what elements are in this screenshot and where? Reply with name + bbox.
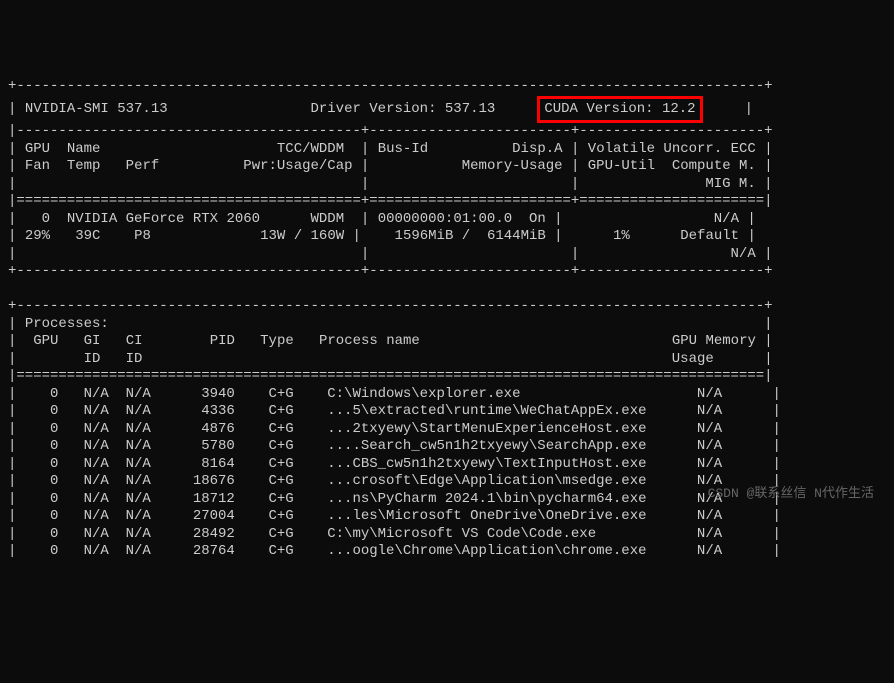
header-row: | NVIDIA-SMI 537.13 Driver Version: 537.… — [8, 101, 753, 117]
watermark: CSDN @联系丝信 N代作生活 — [708, 486, 874, 502]
col-header-1: | GPU Name TCC/WDDM | Bus-Id Disp.A | Vo… — [8, 141, 773, 157]
process-row: | 0 N/A N/A 27004 C+G ...les\Microsoft O… — [8, 508, 781, 524]
process-row: | 0 N/A N/A 28764 C+G ...oogle\Chrome\Ap… — [8, 543, 781, 559]
proc-header-2: | ID ID Usage | — [8, 351, 773, 367]
separator: |=======================================… — [8, 368, 773, 384]
gpu-row-1: | 0 NVIDIA GeForce RTX 2060 WDDM | 00000… — [8, 211, 756, 227]
process-row: | 0 N/A N/A 18712 C+G ...ns\PyCharm 2024… — [8, 491, 781, 507]
process-row: | 0 N/A N/A 5780 C+G ....Search_cw5n1h2t… — [8, 438, 781, 454]
process-row: | 0 N/A N/A 4336 C+G ...5\extracted\runt… — [8, 403, 781, 419]
border-top: +---------------------------------------… — [8, 78, 773, 94]
cuda-version-highlight: CUDA Version: 12.2 — [537, 96, 702, 124]
gpu-row-2: | 29% 39C P8 13W / 160W | 1596MiB / 6144… — [8, 228, 756, 244]
nvidia-smi-version: NVIDIA-SMI 537.13 — [25, 101, 168, 117]
separator: |---------------------------------------… — [8, 123, 773, 139]
processes-title: | Processes: | — [8, 316, 773, 332]
process-row: | 0 N/A N/A 28492 C+G C:\my\Microsoft VS… — [8, 526, 781, 542]
col-header-2: | Fan Temp Perf Pwr:Usage/Cap | Memory-U… — [8, 158, 773, 174]
process-row: | 0 N/A N/A 4876 C+G ...2txyewy\StartMen… — [8, 421, 781, 437]
proc-header-1: | GPU GI CI PID Type Process name GPU Me… — [8, 333, 773, 349]
gpu-row-3: | | | N/A | — [8, 246, 773, 262]
blank — [8, 281, 756, 297]
separator: |=======================================… — [8, 193, 773, 209]
process-row: | 0 N/A N/A 3940 C+G C:\Windows\explorer… — [8, 386, 781, 402]
process-rows: | 0 N/A N/A 3940 C+G C:\Windows\explorer… — [8, 386, 886, 561]
border-top: +---------------------------------------… — [8, 298, 773, 314]
col-header-3: | | | MIG M. | — [8, 176, 773, 192]
driver-version: Driver Version: 537.13 — [310, 101, 495, 117]
process-row: | 0 N/A N/A 18676 C+G ...crosoft\Edge\Ap… — [8, 473, 781, 489]
process-row: | 0 N/A N/A 8164 C+G ...CBS_cw5n1h2txyew… — [8, 456, 781, 472]
cuda-version: CUDA Version: 12.2 — [544, 101, 695, 117]
separator: +---------------------------------------… — [8, 263, 773, 279]
